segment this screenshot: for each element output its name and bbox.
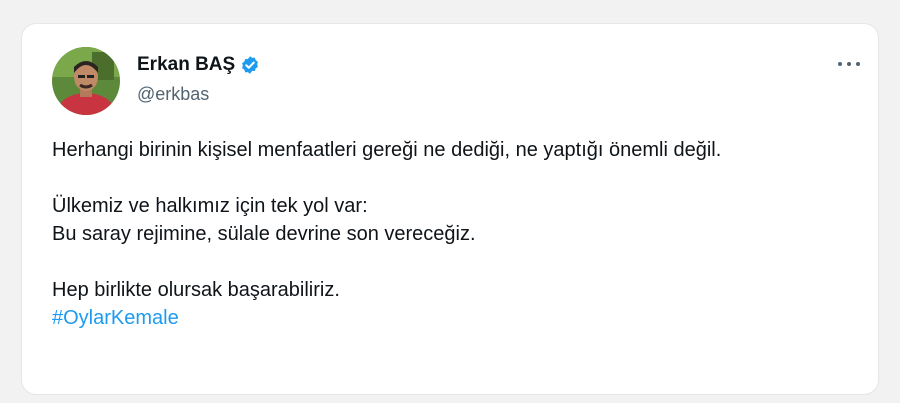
tweet-text: Herhangi birinin kişisel menfaatleri ger… (52, 136, 852, 332)
verified-badge-icon (240, 55, 260, 75)
tweet-paragraph-2: Ülkemiz ve halkımız için tek yol var: Bu… (52, 192, 852, 248)
author-name[interactable]: Erkan BAŞ (137, 54, 235, 76)
tweet-paragraph-2-line-2: Bu saray rejimine, sülale devrine son ve… (52, 223, 476, 245)
more-options-icon[interactable] (834, 54, 864, 74)
dot (838, 62, 842, 66)
avatar[interactable] (52, 47, 120, 115)
tweet-paragraph-1: Herhangi birinin kişisel menfaatleri ger… (52, 139, 722, 161)
tweet-card[interactable]: Erkan BAŞ @erkbas Herhangi birinin kişis… (22, 24, 878, 394)
tweet-paragraph-2-line-1: Ülkemiz ve halkımız için tek yol var: (52, 195, 368, 217)
author-handle[interactable]: @erkbas (137, 84, 209, 105)
author-name-row: Erkan BAŞ (137, 54, 260, 76)
dot (847, 62, 851, 66)
tweet-paragraph-3-text: Hep birlikte olursak başarabiliriz. (52, 279, 340, 301)
tweet-paragraph-3: Hep birlikte olursak başarabiliriz. #Oyl… (52, 276, 852, 332)
dot (856, 62, 860, 66)
hashtag-link[interactable]: #OylarKemale (52, 304, 852, 332)
